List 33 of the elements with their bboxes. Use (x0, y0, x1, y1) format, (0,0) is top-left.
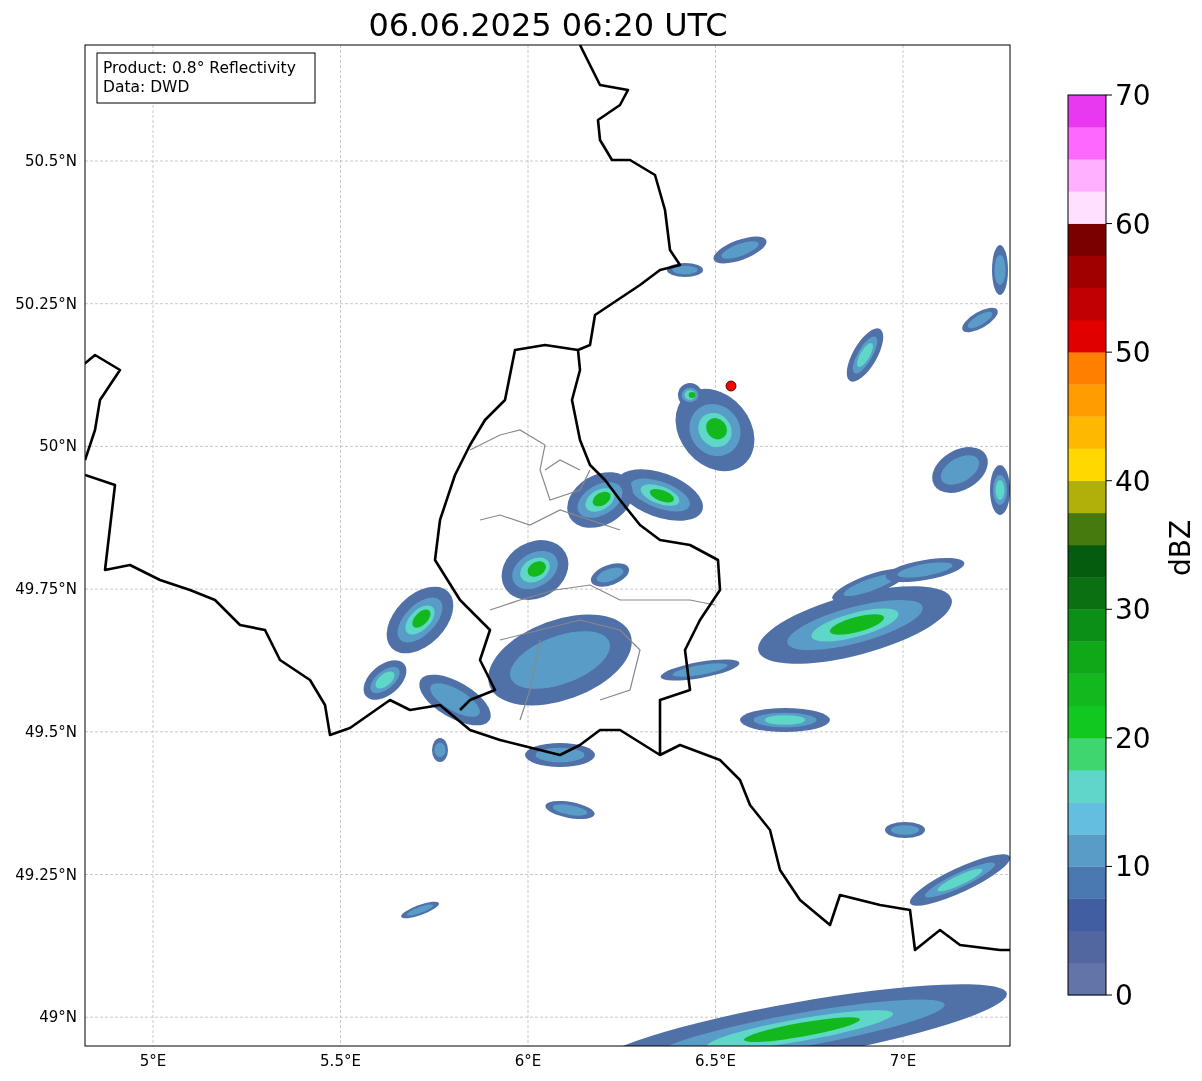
latitude-label: 49.25°N (15, 865, 77, 884)
colorbar-label: 10 (1115, 850, 1151, 884)
tick-mark (1105, 480, 1113, 482)
longitude-label: 7°E (889, 1052, 917, 1070)
location-marker (725, 380, 737, 392)
latitude-label: 49.5°N (24, 722, 77, 741)
latitude-label: 49°N (39, 1008, 77, 1027)
colorbar-title: dBZ (1164, 519, 1197, 577)
colorbar-label: 40 (1115, 464, 1151, 498)
colorbar-label: 0 (1115, 979, 1133, 1012)
tick-mark (1105, 608, 1113, 610)
colorbar-label: 20 (1115, 721, 1151, 755)
tick-mark (1105, 351, 1113, 353)
tick-mark (1105, 94, 1113, 96)
latitude-label: 50°N (39, 437, 77, 456)
longitude-label: 6.5°E (695, 1052, 736, 1070)
chart-title: 06.06.2025 06:20 UTC (368, 6, 728, 44)
info-text: Data: DWD (103, 78, 190, 96)
colorbar-label: 30 (1115, 593, 1151, 627)
info-text: Product: 0.8° Reflectivity (103, 59, 296, 77)
longitude-label: 6°E (514, 1052, 542, 1070)
latitude-label: 50.5°N (24, 152, 77, 170)
colorbar-label: 50 (1115, 336, 1151, 370)
latitude-label: 50.25°N (15, 294, 77, 313)
longitude-label: 5.5°E (320, 1052, 361, 1070)
tick-mark (1105, 223, 1113, 225)
latitude-label: 49.75°N (15, 580, 77, 599)
tick-mark (1105, 737, 1113, 739)
colorbar-label: 60 (1115, 207, 1151, 241)
tick-mark (1105, 865, 1113, 867)
colorbar-label: 70 (1115, 79, 1151, 112)
longitude-label: 5°E (139, 1052, 167, 1070)
tick-mark (1105, 994, 1113, 996)
